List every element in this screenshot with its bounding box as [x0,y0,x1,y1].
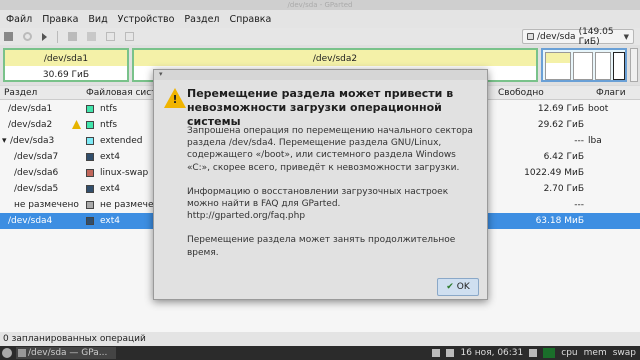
row-flags: lba [588,136,602,146]
partmap-sda5[interactable] [595,52,611,80]
row-free: 6.42 ГиБ [543,152,584,162]
fs-color-swatch [86,169,94,177]
row-filesystem: ntfs [100,120,118,130]
partmap-sda2-name: /dev/sda2 [312,54,358,64]
menu-view[interactable]: Вид [88,14,107,25]
cpu-graph-icon [543,348,556,358]
row-flags: boot [588,104,609,114]
dialog-title: Перемещение раздела может привести в нев… [187,87,454,128]
row-partition: /dev/sda6 [14,168,59,178]
cpu-label: cpu [561,348,578,358]
clock[interactable]: 16 ноя, 06:31 [460,348,523,358]
row-filesystem: ext4 [100,216,120,226]
row-partition: /dev/sda3 [10,136,55,146]
disk-icon [527,33,534,40]
row-partition: не размечено [14,200,79,210]
row-filesystem: ext4 [100,152,120,162]
status-bar: 0 запланированных операций [0,332,640,346]
col-filesystem[interactable]: Файловая сист [86,88,156,98]
fs-color-swatch [86,185,94,193]
row-partition: /dev/sda2 [8,120,53,130]
system-tray: 16 ноя, 06:31 cpu mem swap [432,346,636,360]
gparted-icon [18,349,26,357]
partmap-sda1-name: /dev/sda1 [43,54,89,64]
row-free: 2.70 ГиБ [543,184,584,194]
row-free: --- [574,200,584,210]
device-selector[interactable]: /dev/sda (149.05 ГиБ) ▼ [522,26,634,47]
undo-icon[interactable] [106,32,115,41]
row-partition: /dev/sda7 [14,152,59,162]
menu-bar: Файл Правка Вид Устройство Раздел Справк… [0,10,640,28]
row-free: 1022.49 МиБ [524,168,584,178]
dialog-faq-link: http://gparted.org/faq.php [187,211,306,222]
partmap-sda4[interactable] [613,52,625,80]
warning-icon [72,120,81,129]
device-size: (149.05 ГиБ) [578,26,614,47]
fs-color-swatch [86,121,94,129]
taskbar-gparted-label: /dev/sda — GPa... [28,348,108,358]
dialog-paragraph-1: Запрошена операция по перемещению началь… [187,126,473,173]
row-filesystem: linux-swap [100,168,149,178]
delete-partition-icon[interactable] [23,32,32,41]
toolbar: /dev/sda (149.05 ГиБ) ▼ [0,26,640,47]
partmap-sda1-size: 30.69 ГиБ [42,70,90,80]
menu-file[interactable]: Файл [6,14,32,25]
resize-move-icon[interactable] [42,32,47,41]
partmap-scroll-handle[interactable] [630,48,638,82]
apply-icon[interactable] [125,32,134,41]
keyboard-icon[interactable] [529,349,538,357]
volume-icon[interactable] [432,349,441,357]
paste-icon[interactable] [87,32,96,41]
row-partition: /dev/sda4 [8,216,53,226]
row-free: --- [574,136,584,146]
chevron-down-icon: ▼ [623,32,629,41]
col-free[interactable]: Свободно [498,88,544,98]
fs-color-swatch [86,137,94,145]
row-filesystem: extended [100,136,143,146]
menu-device[interactable]: Устройство [118,14,175,25]
col-flags[interactable]: Флаги [596,88,626,98]
col-partition[interactable]: Раздел [4,88,37,98]
fs-color-swatch [86,217,94,225]
menu-edit[interactable]: Правка [42,14,78,25]
fs-color-swatch [86,153,94,161]
ok-button[interactable]: ✔ OK [437,278,479,296]
warning-dialog: ▾ ! Перемещение раздела может привести в… [153,69,488,300]
menu-partition[interactable]: Раздел [184,14,219,25]
fs-color-swatch [86,105,94,113]
dialog-body: Запрошена операция по перемещению началь… [187,125,477,271]
window-titlebar: /dev/sda - GParted [0,0,640,10]
new-partition-icon[interactable] [4,32,13,41]
partmap-sda6[interactable] [573,52,593,80]
row-partition: /dev/sda5 [14,184,59,194]
start-menu-icon[interactable] [2,348,12,358]
fs-color-swatch [86,201,94,209]
partmap-sda1[interactable]: /dev/sda1 30.69 ГиБ [3,48,129,82]
partmap-extended[interactable] [541,48,627,82]
dialog-titlebar: ▾ [154,70,487,80]
partmap-sda7[interactable] [545,52,571,80]
dialog-paragraph-2: Информацию о восстановлении загрузочных … [187,186,449,210]
menu-help[interactable]: Справка [230,14,272,25]
row-filesystem: ntfs [100,104,118,114]
row-filesystem: ext4 [100,184,120,194]
dialog-window-menu-icon[interactable]: ▾ [159,70,163,78]
row-partition: /dev/sda1 [8,104,53,114]
toolbar-separator [57,30,58,43]
check-icon: ✔ [446,282,454,292]
device-name: /dev/sda [537,31,576,42]
taskbar: /dev/sda — GPa... 16 ноя, 06:31 cpu mem … [0,346,640,360]
mem-label: mem [583,348,607,358]
dialog-paragraph-4: Перемещение раздела может занять продолж… [187,235,456,258]
row-free: 12.69 ГиБ [537,104,584,114]
ok-button-label: OK [456,282,470,292]
copy-icon[interactable] [68,32,77,41]
taskbar-gparted[interactable]: /dev/sda — GPa... [16,347,116,359]
warning-icon-mark: ! [172,93,178,106]
row-free: 63.18 МиБ [535,216,584,226]
swap-label: swap [612,348,636,358]
network-icon[interactable] [446,349,455,357]
row-free: 29.62 ГиБ [537,120,584,130]
expander-icon[interactable]: ▾ [2,136,7,146]
